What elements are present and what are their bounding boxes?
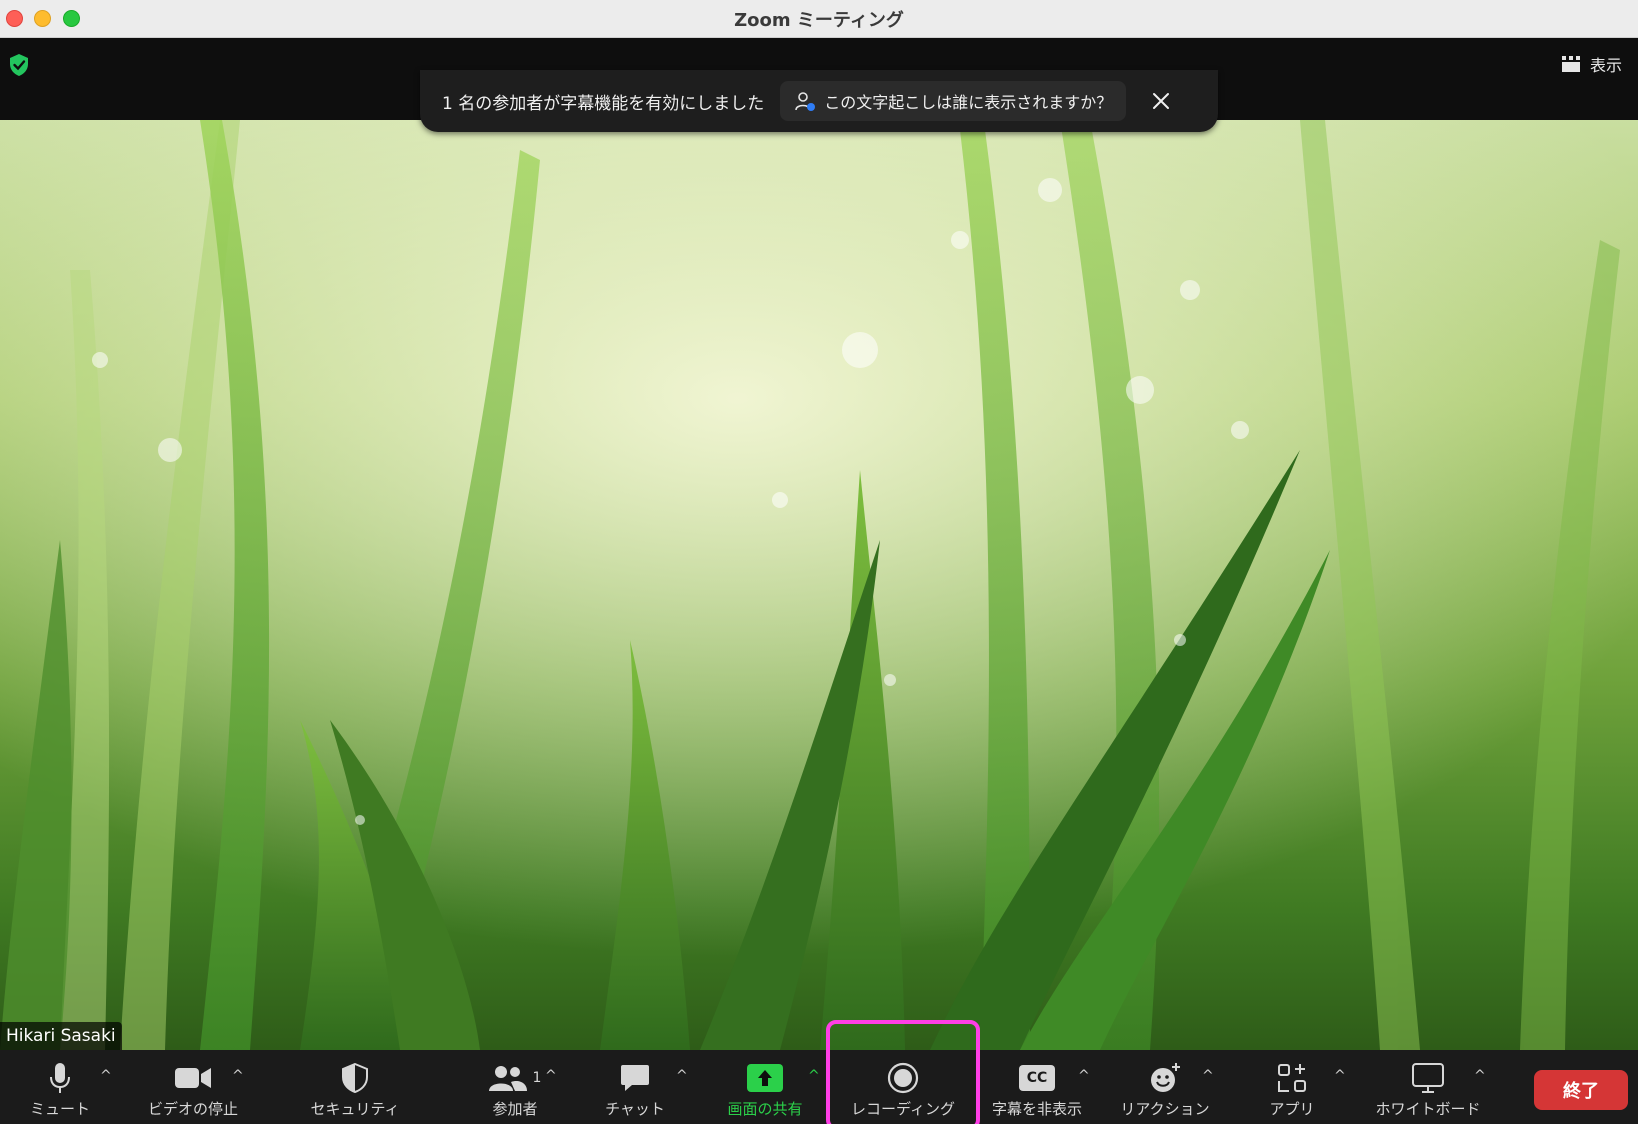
whiteboard-icon [1412, 1063, 1444, 1093]
security-button[interactable]: セキュリティ [300, 1050, 410, 1124]
smiley-plus-icon [1151, 1063, 1180, 1092]
security-shield-icon [342, 1063, 368, 1093]
mute-label: ミュート [29, 1100, 90, 1118]
apps-button[interactable]: アプリ [1252, 1050, 1332, 1124]
captions-badge-text: CC [1026, 1070, 1048, 1086]
caption-notification-banner: 1 名の参加者が字幕機能を有効にしました この文字起こしは誰に表示されますか？ [420, 70, 1218, 132]
reactions-options-caret[interactable]: ^ [1202, 1068, 1214, 1084]
participant-name-tag: Hikari Sasaki [0, 1022, 122, 1050]
security-label: セキュリティ [310, 1100, 400, 1118]
participants-icon [488, 1066, 527, 1091]
participant-video: Hikari Sasaki [0, 120, 1638, 1050]
chat-bubble-icon [621, 1065, 649, 1091]
stop-video-label: ビデオの停止 [147, 1100, 238, 1118]
apps-options-caret[interactable]: ^ [1334, 1068, 1346, 1084]
apps-icon [1278, 1064, 1306, 1092]
apps-label: アプリ [1269, 1100, 1315, 1118]
grid-view-icon [1561, 56, 1580, 72]
participants-count: 1 [532, 1070, 542, 1086]
closed-caption-icon: CC [1019, 1065, 1055, 1091]
microphone-icon [50, 1063, 70, 1093]
window-titlebar: Zoom ミーティング [0, 0, 1638, 38]
chat-button[interactable]: チャット [595, 1050, 675, 1124]
whiteboard-options-caret[interactable]: ^ [1474, 1068, 1486, 1084]
share-screen-button[interactable]: 画面の共有 [718, 1050, 812, 1124]
reactions-label: リアクション [1120, 1100, 1210, 1118]
banner-message: 1 名の参加者が字幕機能を有効にしました [442, 93, 765, 114]
stop-video-button[interactable]: ビデオの停止 [140, 1050, 246, 1124]
captions-options-caret[interactable]: ^ [1078, 1068, 1090, 1084]
participants-label: 参加者 [492, 1100, 538, 1118]
share-screen-label: 画面の共有 [727, 1100, 803, 1118]
whiteboard-label: ホワイトボード [1375, 1100, 1481, 1118]
participants-options-caret[interactable]: ^ [545, 1068, 557, 1084]
meeting-toolbar: ミュート ^ ビデオの停止 ^ セキュリティ 1 参加者 ^ チャット ^ 画面… [0, 1050, 1638, 1124]
close-icon[interactable] [1150, 90, 1172, 112]
banner-link-text: この文字起こしは誰に表示されますか？ [824, 93, 1113, 112]
view-label: 表示 [1589, 56, 1622, 75]
participants-button[interactable]: 1 参加者 [460, 1050, 570, 1124]
share-screen-icon [747, 1064, 783, 1092]
hide-captions-button[interactable]: CC 字幕を非表示 [985, 1050, 1089, 1124]
chat-label: チャット [605, 1100, 665, 1118]
record-button-highlight [826, 1020, 980, 1124]
mute-options-caret[interactable]: ^ [100, 1068, 112, 1084]
video-camera-icon [175, 1068, 211, 1088]
reactions-button[interactable]: リアクション [1112, 1050, 1218, 1124]
view-button[interactable]: 表示 [1561, 52, 1622, 76]
grass-background-image [0, 120, 1638, 1050]
window-title: Zoom ミーティング [734, 10, 904, 31]
mute-button[interactable]: ミュート [22, 1050, 98, 1124]
transcript-visibility-link[interactable]: この文字起こしは誰に表示されますか？ [780, 81, 1127, 121]
chat-options-caret[interactable]: ^ [676, 1068, 688, 1084]
video-options-caret[interactable]: ^ [232, 1068, 244, 1084]
hide-captions-label: 字幕を非表示 [991, 1100, 1082, 1118]
share-options-caret[interactable]: ^ [808, 1068, 820, 1084]
person-icon [795, 92, 816, 111]
encryption-shield-icon[interactable] [8, 53, 30, 77]
end-meeting-button[interactable]: 終了 [1534, 1070, 1628, 1110]
whiteboard-button[interactable]: ホワイトボード [1366, 1050, 1490, 1124]
